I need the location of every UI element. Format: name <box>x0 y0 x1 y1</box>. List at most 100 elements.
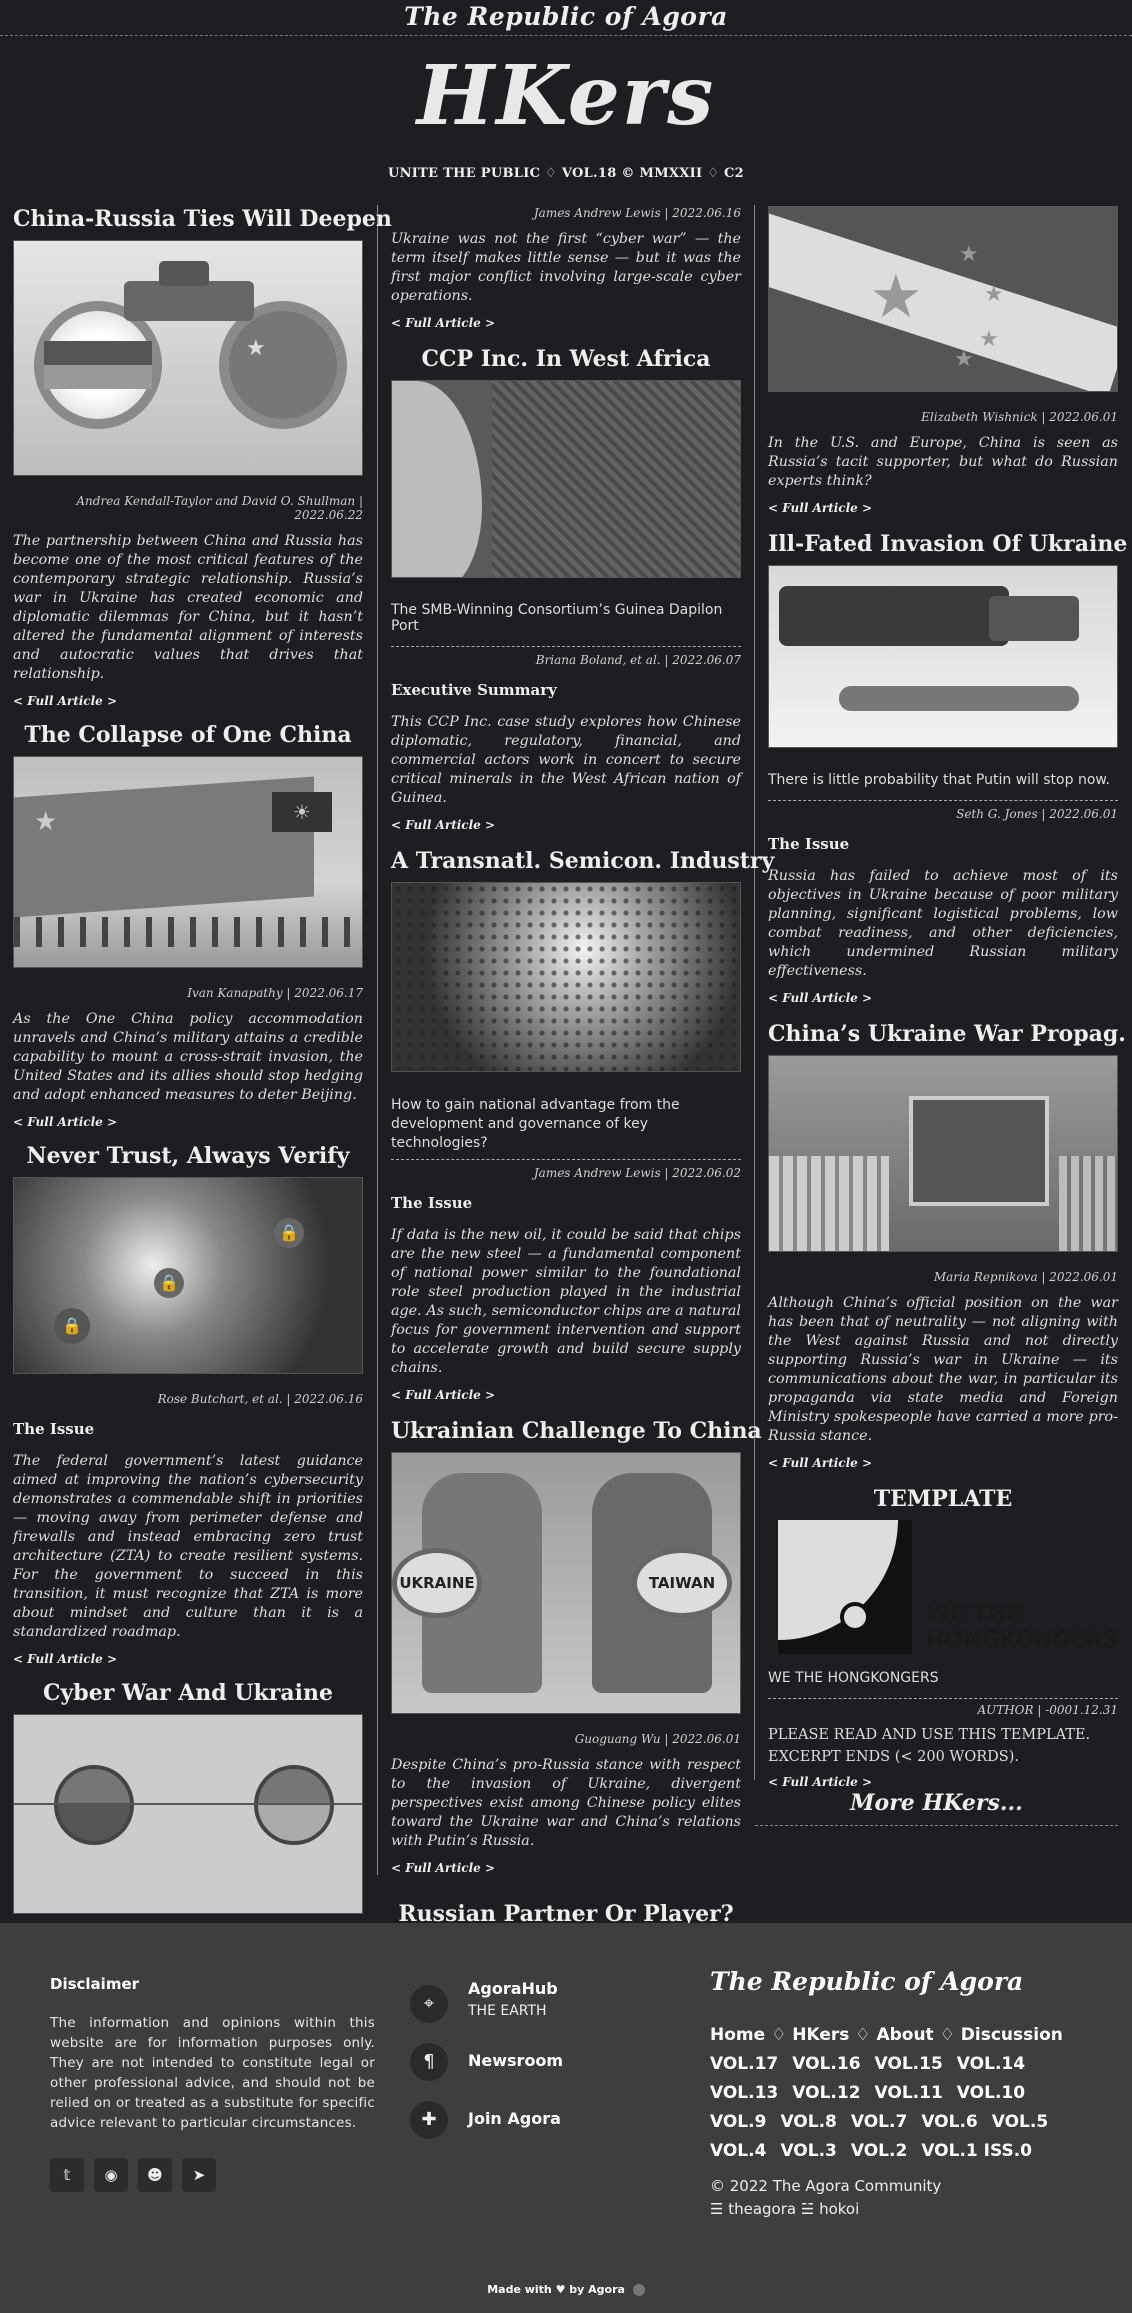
nav-home[interactable]: Home <box>710 2025 765 2045</box>
divider <box>768 1698 1118 1699</box>
full-article-link[interactable]: < Full Article > <box>768 501 1118 515</box>
article-image[interactable]: ★ <box>13 240 363 476</box>
article-image[interactable]: ★ ☀ <box>13 756 363 968</box>
full-article-link[interactable]: < Full Article > <box>13 694 363 708</box>
vol-link[interactable]: VOL.16 <box>792 2050 860 2079</box>
disclaimer-title: Disclaimer <box>50 1975 140 1993</box>
vol-link[interactable]: VOL.3 <box>780 2137 836 2166</box>
full-article-link[interactable]: < Full Article > <box>768 1775 1118 1789</box>
join-agora-link[interactable]: Join Agora <box>468 2109 561 2128</box>
vol-link[interactable]: VOL.8 <box>780 2108 836 2137</box>
logo-text-line1: WE THE <box>926 1602 1022 1627</box>
article-section-heading: Executive Summary <box>391 681 557 699</box>
vol-link[interactable]: VOL.6 <box>921 2108 977 2137</box>
article-china-russia-ties: China-Russia Ties Will Deepen ★ Andrea K… <box>13 206 392 708</box>
twitter-icon[interactable]: 𝕥 <box>50 2158 84 2192</box>
article-title[interactable]: TEMPLATE <box>768 1486 1118 1512</box>
article-image[interactable] <box>391 380 741 578</box>
nav-about[interactable]: About <box>876 2025 933 2045</box>
full-article-link[interactable]: < Full Article > <box>391 1861 741 1875</box>
full-article-link[interactable]: < Full Article > <box>13 1652 363 1666</box>
article-byline: Maria Repnikova | 2022.06.01 <box>933 1270 1118 1284</box>
article-title[interactable]: CCP Inc. In West Africa <box>391 346 741 372</box>
masthead-title[interactable]: The Republic of Agora <box>404 2 728 31</box>
full-article-link[interactable]: < Full Article > <box>391 818 741 832</box>
article-excerpt: As the One China policy accommodation un… <box>13 1011 363 1103</box>
article-title[interactable]: The Collapse of One China <box>13 722 363 748</box>
article-image[interactable]: UKRAINE TAIWAN <box>391 1452 741 1714</box>
made-with-text: Made with ♥ by Agora <box>487 2283 625 2296</box>
reddit-icon[interactable]: ☻ <box>138 2158 172 2192</box>
article-byline: Briana Boland, et al. | 2022.06.07 <box>535 653 741 667</box>
image-label: UKRAINE <box>392 1548 482 1618</box>
column-middle: James Andrew Lewis | 2022.06.16 Ukraine … <box>391 200 774 1927</box>
site-logo[interactable]: HKers <box>0 48 1132 144</box>
article-title[interactable]: Cyber War And Ukraine <box>13 1680 363 1706</box>
article-byline: Ivan Kanapathy | 2022.06.17 <box>187 986 363 1000</box>
nav-hkers[interactable]: HKers <box>792 2025 849 2045</box>
article-excerpt: Despite China’s pro-Russia stance with r… <box>391 1757 741 1849</box>
article-excerpt: The partnership between China and Russia… <box>13 533 363 682</box>
column-right: ★ ★ ★ ★ ★ Elizabeth Wishnick | 2022.06.0… <box>755 200 1127 1826</box>
article-image[interactable] <box>13 1714 363 1914</box>
vol-link[interactable]: VOL.7 <box>851 2108 907 2137</box>
vol-link[interactable]: VOL.9 <box>710 2108 766 2137</box>
vol-link[interactable]: VOL.12 <box>792 2079 860 2108</box>
article-title[interactable]: Ukrainian Challenge To China <box>391 1418 762 1444</box>
article-ill-fated-invasion: Ill-Fated Invasion Of Ukraine There is l… <box>768 531 1127 1005</box>
vol-link[interactable]: VOL.13 <box>710 2079 778 2108</box>
article-byline: Seth G. Jones | 2022.06.01 <box>956 807 1118 821</box>
divider <box>391 646 741 647</box>
full-article-link[interactable]: < Full Article > <box>768 991 1118 1005</box>
more-hkers-link[interactable]: More HKers... <box>755 1790 1118 1816</box>
article-title[interactable]: China-Russia Ties Will Deepen <box>13 206 392 232</box>
full-article-link[interactable]: < Full Article > <box>768 1456 1118 1470</box>
agorahub-subtitle: THE EARTH <box>468 2003 547 2019</box>
article-cyber-war: Cyber War And Ukraine <box>13 1680 363 1914</box>
telegram-icon[interactable]: ➤ <box>182 2158 216 2192</box>
globe-icon <box>632 2284 645 2296</box>
divider <box>768 800 1118 801</box>
vol-link[interactable]: VOL.2 <box>851 2137 907 2166</box>
full-article-link[interactable]: < Full Article > <box>391 1388 741 1402</box>
column-left: China-Russia Ties Will Deepen ★ Andrea K… <box>13 200 392 1914</box>
article-template: TEMPLATE WE THE HONGKONGERS WE THE HONGK… <box>768 1486 1119 1789</box>
article-image[interactable] <box>391 882 741 1072</box>
logo-text-line2: HONGKONGERS <box>926 1628 1119 1653</box>
article-china-propaganda: China’s Ukraine War Propag. Maria Repnik… <box>768 1021 1126 1470</box>
article-image[interactable] <box>768 565 1118 748</box>
article-image[interactable]: 🔒 🔒 🔒 <box>13 1177 363 1374</box>
article-byline: James Andrew Lewis | 2022.06.16 <box>533 206 741 220</box>
article-excerpt: In the U.S. and Europe, China is seen as… <box>768 435 1118 489</box>
article-section-heading: The Issue <box>391 1194 473 1212</box>
full-article-link[interactable]: < Full Article > <box>13 1115 363 1129</box>
full-article-link[interactable]: < Full Article > <box>391 316 741 330</box>
disclaimer-text: The information and opinions within this… <box>50 2015 375 2131</box>
article-byline: AUTHOR | -0001.12.31 <box>977 1703 1118 1717</box>
vol-link[interactable]: VOL.5 <box>992 2108 1048 2137</box>
footer-brand[interactable]: The Republic of Agora <box>710 1967 1023 1996</box>
vol-link[interactable]: VOL.10 <box>957 2079 1025 2108</box>
vol-link[interactable]: VOL.15 <box>875 2050 943 2079</box>
newsroom-link[interactable]: Newsroom <box>468 2051 563 2070</box>
article-image[interactable] <box>768 1055 1118 1252</box>
handles[interactable]: ☰ theagora ☱ hokoi <box>710 2200 859 2218</box>
vol-link[interactable]: VOL.17 <box>710 2050 778 2079</box>
nav-discussion[interactable]: Discussion <box>961 2025 1063 2045</box>
article-title[interactable]: China’s Ukraine War Propag. <box>768 1021 1126 1047</box>
template-logo[interactable]: WE THE HONGKONGERS <box>768 1520 1119 1660</box>
article-title[interactable]: Ill-Fated Invasion Of Ukraine <box>768 531 1127 557</box>
article-image[interactable]: ★ ★ ★ ★ ★ <box>768 206 1118 392</box>
article-byline: Andrea Kendall-Taylor and David O. Shull… <box>76 494 363 522</box>
github-icon[interactable]: ◉ <box>94 2158 128 2192</box>
article-title[interactable]: Never Trust, Always Verify <box>13 1143 363 1169</box>
vol-link[interactable]: VOL.1 ISS.0 <box>921 2137 1032 2166</box>
article-byline: Guoguang Wu | 2022.06.01 <box>574 1732 741 1746</box>
article-text: PLEASE READ AND USE THIS TEMPLATE. <box>768 1727 1091 1743</box>
article-title[interactable]: A Transnatl. Semicon. Industry <box>391 848 774 874</box>
vol-link[interactable]: VOL.14 <box>957 2050 1025 2079</box>
agorahub-link[interactable]: AgoraHub <box>468 1979 558 1998</box>
vol-link[interactable]: VOL.11 <box>875 2079 943 2108</box>
vol-link[interactable]: VOL.4 <box>710 2137 766 2166</box>
article-ccp-inc: CCP Inc. In West Africa The SMB-Winning … <box>391 346 741 832</box>
